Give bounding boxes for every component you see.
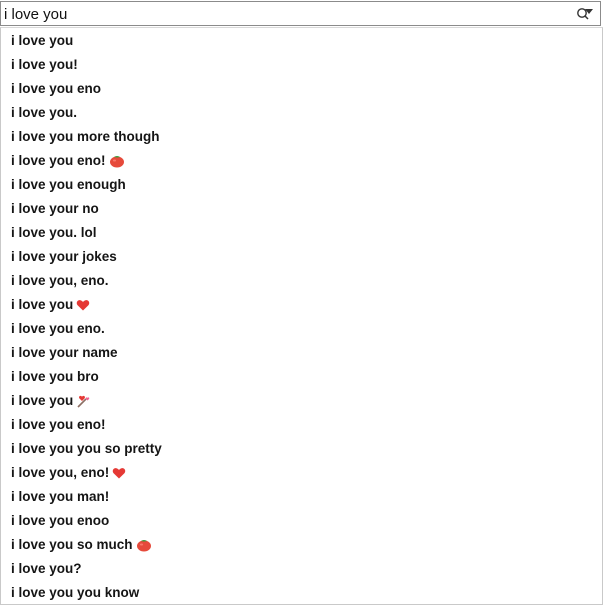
suggestion-text: i love you.	[11, 105, 78, 120]
suggestion-text: i love you enoo	[11, 513, 110, 528]
suggestion-item[interactable]: i love you.	[11, 101, 77, 125]
suggestion-item[interactable]: i love you	[11, 293, 90, 317]
suggestion-list: i love you i love you! i love you eno i lov…	[0, 27, 603, 605]
tomato-icon	[136, 538, 151, 552]
suggestion-text: i love you you know	[11, 585, 140, 600]
suggestion-text: i love you you so pretty	[11, 441, 162, 456]
love-letter-icon	[76, 394, 90, 408]
suggestion-item[interactable]: i love you you so pretty	[11, 437, 162, 461]
suggestion-text: i love you	[11, 393, 74, 408]
suggestion-text: i love you, eno!	[11, 465, 110, 480]
suggestion-text: i love you, eno.	[11, 273, 109, 288]
tomato-icon	[109, 154, 124, 168]
suggestion-text: i love your name	[11, 345, 118, 360]
suggestion-text: i love you more though	[11, 129, 160, 144]
suggestion-item[interactable]: i love you eno!	[11, 149, 124, 173]
suggestion-text: i love you man!	[11, 489, 110, 504]
suggestion-text: i love you!	[11, 57, 78, 72]
suggestion-item[interactable]: i love you eno!	[11, 413, 106, 437]
suggestion-item[interactable]: i love you, eno!	[11, 461, 126, 485]
suggestion-text: i love you eno.	[11, 321, 105, 336]
suggestion-text: i love you eno!	[11, 153, 106, 168]
suggestion-item[interactable]: i love you enoo	[11, 509, 109, 533]
suggestion-item[interactable]: i love you eno.	[11, 317, 105, 341]
suggestion-item[interactable]: i love you	[11, 389, 90, 413]
suggestion-item[interactable]: i love your no	[11, 197, 99, 221]
suggestion-text: i love you	[11, 33, 74, 48]
suggestion-item[interactable]: i love your jokes	[11, 245, 117, 269]
suggestion-text: i love you enough	[11, 177, 126, 192]
suggestion-text: i love you eno!	[11, 417, 106, 432]
suggestion-item[interactable]: i love you, eno.	[11, 269, 109, 293]
suggestion-text: i love you so much	[11, 537, 133, 552]
filter-search-icon[interactable]	[576, 7, 594, 21]
red-heart-icon	[112, 466, 126, 480]
suggestion-text: i love your no	[11, 201, 99, 216]
search-input[interactable]	[4, 4, 564, 24]
suggestion-text: i love your jokes	[11, 249, 117, 264]
autocomplete-window: i love you i love you! i love you eno i lov…	[0, 0, 604, 608]
suggestion-text: i love you	[11, 297, 74, 312]
suggestion-text: i love you. lol	[11, 225, 97, 240]
red-heart-icon	[76, 298, 90, 312]
suggestion-item[interactable]: i love you you know	[11, 581, 139, 605]
suggestion-item[interactable]: i love you	[11, 29, 73, 53]
suggestion-item[interactable]: i love your name	[11, 341, 118, 365]
suggestion-item[interactable]: i love you enough	[11, 173, 126, 197]
suggestion-item[interactable]: i love you?	[11, 557, 82, 581]
suggestion-item[interactable]: i love you so much	[11, 533, 151, 557]
suggestion-item[interactable]: i love you man!	[11, 485, 109, 509]
suggestion-item[interactable]: i love you bro	[11, 365, 99, 389]
suggestion-text: i love you?	[11, 561, 82, 576]
suggestion-item[interactable]: i love you!	[11, 53, 78, 77]
suggestion-item[interactable]: i love you. lol	[11, 221, 97, 245]
search-bar	[0, 1, 601, 26]
suggestion-text: i love you bro	[11, 369, 99, 384]
suggestion-item[interactable]: i love you eno	[11, 77, 101, 101]
suggestion-item[interactable]: i love you more though	[11, 125, 160, 149]
suggestion-text: i love you eno	[11, 81, 102, 96]
